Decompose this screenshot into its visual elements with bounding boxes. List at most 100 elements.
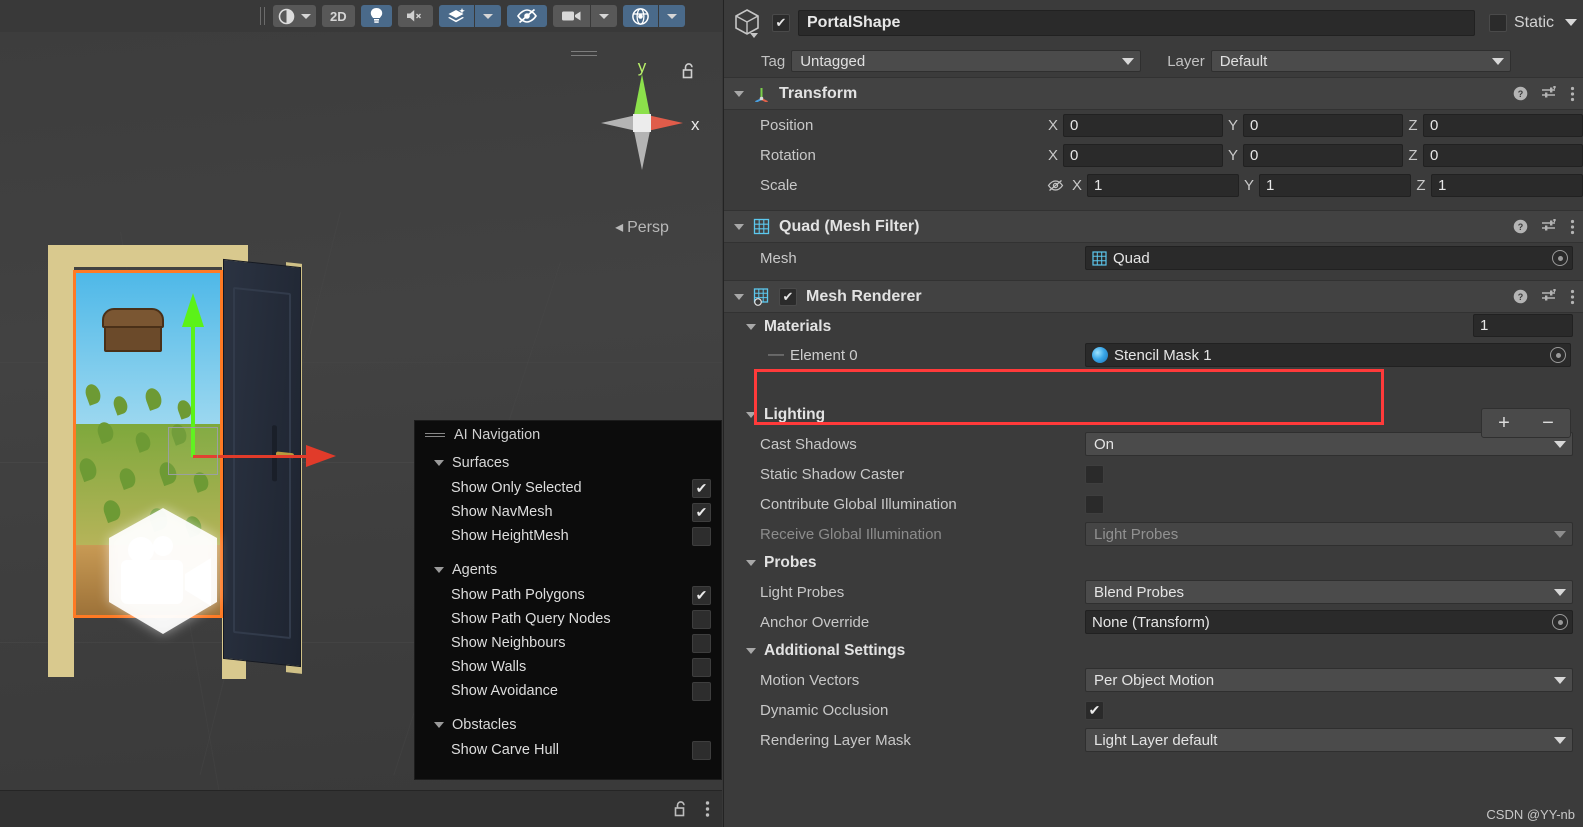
gameobject-enabled-checkbox[interactable]: ✔ — [772, 13, 790, 32]
position-z-field[interactable]: 0 — [1423, 113, 1583, 137]
rendering-layer-mask-dropdown[interactable]: Light Layer default — [1085, 728, 1573, 752]
light-probes-dropdown[interactable]: Blend Probes — [1085, 580, 1573, 604]
preset-sliders-icon[interactable] — [1541, 289, 1557, 304]
shading-mode-button[interactable] — [273, 5, 316, 27]
anchor-override-field[interactable]: None (Transform) — [1085, 610, 1573, 634]
nav-row-show-only-selected[interactable]: Show Only Selected — [415, 476, 721, 500]
motion-vectors-dropdown[interactable]: Per Object Motion — [1085, 668, 1573, 692]
nav-section-surfaces[interactable]: Surfaces — [415, 449, 721, 476]
lighting-foldout[interactable]: Lighting — [724, 401, 1583, 429]
unlocked-padlock-icon[interactable] — [673, 800, 689, 818]
element-object-field[interactable]: Stencil Mask 1 — [1085, 343, 1571, 367]
remove-material-button[interactable]: − — [1542, 412, 1554, 435]
object-picker-icon[interactable] — [1552, 250, 1568, 266]
gameobject-name-field[interactable]: PortalShape — [798, 9, 1475, 36]
ai-navigation-overlay[interactable]: AI Navigation Surfaces Show Only Selecte… — [414, 420, 722, 780]
rotation-x-field[interactable]: 0 — [1063, 143, 1223, 167]
kebab-menu-icon[interactable] — [1570, 86, 1575, 102]
nav-checkbox[interactable] — [692, 740, 711, 760]
nav-checkbox[interactable] — [692, 657, 711, 677]
nav-row-show-avoidance[interactable]: Show Avoidance — [415, 679, 721, 703]
fx-effects-dropdown[interactable] — [474, 5, 501, 27]
foldout-arrow-icon[interactable] — [734, 293, 744, 300]
nav-checkbox[interactable] — [692, 526, 711, 546]
camera-settings-dropdown[interactable] — [590, 5, 617, 27]
drag-handle-icon[interactable] — [425, 430, 445, 440]
mesh-object-field[interactable]: Quad — [1085, 246, 1573, 270]
materials-foldout[interactable]: Materials — [724, 313, 1583, 341]
camera-gizmo-overlay[interactable] — [93, 502, 233, 642]
cube-gameobject-icon[interactable] — [734, 7, 764, 39]
nav-checkbox[interactable] — [692, 609, 711, 629]
nav-checkbox[interactable] — [692, 502, 711, 522]
foldout-arrow-icon[interactable] — [734, 223, 744, 230]
chevron-down-icon[interactable] — [1565, 19, 1577, 26]
eye-slash-icon[interactable] — [1043, 179, 1067, 192]
help-question-icon[interactable]: ? — [1513, 289, 1528, 304]
nav-row-show-navmesh[interactable]: Show NavMesh — [415, 500, 721, 524]
ai-navigation-header[interactable]: AI Navigation — [415, 421, 721, 449]
nav-section-agents[interactable]: Agents — [415, 556, 721, 583]
help-question-icon[interactable]: ? — [1513, 219, 1528, 234]
nav-row-show-path-polygons[interactable]: Show Path Polygons — [415, 583, 721, 607]
static-shadow-caster-checkbox[interactable] — [1085, 464, 1104, 484]
nav-row-show-neighbours[interactable]: Show Neighbours — [415, 631, 721, 655]
scene-lighting-button[interactable] — [360, 5, 392, 27]
object-picker-icon[interactable] — [1552, 614, 1568, 630]
rotation-y-field[interactable]: 0 — [1243, 143, 1403, 167]
materials-size-field[interactable]: 1 — [1473, 314, 1573, 337]
gizmos-toggle-button[interactable] — [622, 5, 658, 27]
layer-dropdown[interactable]: Default — [1210, 50, 1511, 72]
scene-audio-button[interactable] — [397, 5, 433, 27]
preset-sliders-icon[interactable] — [1541, 219, 1557, 234]
move-tool-gizmo[interactable] — [144, 293, 336, 483]
nav-row-show-carve-hull[interactable]: Show Carve Hull — [415, 738, 721, 762]
static-checkbox[interactable] — [1488, 13, 1507, 32]
dynamic-occlusion-checkbox[interactable]: ✔ — [1085, 700, 1104, 720]
kebab-menu-icon[interactable] — [705, 800, 710, 818]
nav-row-show-path-query-nodes[interactable]: Show Path Query Nodes — [415, 607, 721, 631]
add-material-button[interactable]: + — [1498, 412, 1510, 435]
scale-x-field[interactable]: 1 — [1087, 173, 1239, 197]
nav-row-show-heightmesh[interactable]: Show HeightMesh — [415, 524, 721, 548]
foldout-arrow-icon[interactable] — [734, 90, 744, 97]
nav-checkbox[interactable] — [692, 585, 711, 605]
position-x-field[interactable]: 0 — [1063, 113, 1223, 137]
scene-visibility-button[interactable] — [506, 5, 547, 27]
kebab-menu-icon[interactable] — [1570, 219, 1575, 235]
selection-outline — [73, 270, 76, 618]
position-y-field[interactable]: 0 — [1243, 113, 1403, 137]
2d-toggle-button[interactable]: 2D — [322, 5, 355, 27]
nav-checkbox[interactable] — [692, 478, 711, 498]
gizmo-plane-handle[interactable] — [168, 427, 218, 475]
preset-sliders-icon[interactable] — [1541, 86, 1557, 101]
help-question-icon[interactable]: ? — [1513, 86, 1528, 101]
probes-foldout[interactable]: Probes — [724, 549, 1583, 577]
nav-row-show-walls[interactable]: Show Walls — [415, 655, 721, 679]
tag-dropdown[interactable]: Untagged — [791, 50, 1142, 72]
toolbar-drag-handle[interactable] — [255, 5, 269, 27]
scene-orientation-gizmo[interactable]: y x ◂ Persp — [563, 42, 721, 236]
projection-mode-label[interactable]: ◂ Persp — [563, 217, 721, 237]
scale-z-field[interactable]: 1 — [1431, 173, 1583, 197]
nav-checkbox[interactable] — [692, 681, 711, 701]
scale-y-field[interactable]: 1 — [1259, 173, 1411, 197]
gizmo-x-axis-arrow[interactable] — [306, 445, 336, 467]
axis-gizmo[interactable]: y x — [563, 42, 721, 202]
gizmos-dropdown[interactable] — [658, 5, 685, 27]
kebab-menu-icon[interactable] — [1570, 289, 1575, 305]
rotation-z-field[interactable]: 0 — [1423, 143, 1583, 167]
anchor-override-row: Anchor Override None (Transform) — [724, 607, 1583, 637]
nav-checkbox[interactable] — [692, 633, 711, 653]
component-header-mesh-filter[interactable]: Quad (Mesh Filter) ? — [724, 210, 1583, 243]
object-picker-icon[interactable] — [1550, 347, 1566, 363]
mesh-renderer-enabled-checkbox[interactable]: ✔ — [779, 287, 797, 306]
additional-settings-foldout[interactable]: Additional Settings — [724, 637, 1583, 665]
nav-section-obstacles[interactable]: Obstacles — [415, 711, 721, 738]
camera-settings-button[interactable] — [552, 5, 590, 27]
reorder-handle-icon[interactable]: — — [768, 346, 790, 364]
component-header-transform[interactable]: Transform ? — [724, 77, 1583, 110]
fx-effects-button[interactable] — [438, 5, 474, 27]
component-header-mesh-renderer[interactable]: ✔ Mesh Renderer ? — [724, 280, 1583, 313]
contribute-gi-checkbox[interactable] — [1085, 494, 1104, 514]
